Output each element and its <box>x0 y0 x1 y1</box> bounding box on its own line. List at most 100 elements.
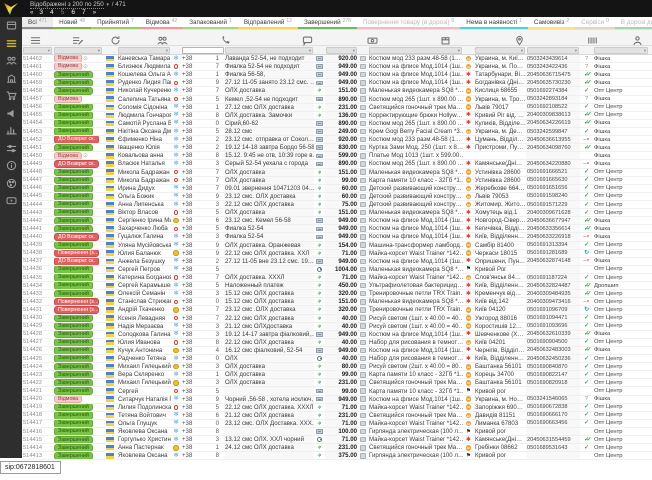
tab-Самовивіз[interactable]: Самовивіз 2 <box>528 17 575 29</box>
client-phone[interactable]: +38 <box>181 233 202 240</box>
client-phone[interactable]: +38 <box>181 71 202 78</box>
product-name[interactable]: Маленькая видеокамера SQ8 *… <box>368 298 463 305</box>
client-phone[interactable]: +38 <box>181 136 202 143</box>
table-row[interactable]: 514424 Завершений ⊙ Михаил Гилецький ❄ +… <box>22 363 652 371</box>
tracking-number[interactable]: 0501691187224 <box>526 274 580 281</box>
tracking-number[interactable]: 0503243439614 <box>526 55 580 62</box>
tracking-number[interactable]: 0501692108522 <box>526 104 580 111</box>
client-name[interactable]: Андрій Ткаченко <box>117 306 171 313</box>
client-phone[interactable]: +38 <box>181 339 202 346</box>
table-row[interactable]: 514429 Завершений ⊙ Надія Мерзаєва ❄ +38… <box>22 323 652 331</box>
tracking-number[interactable]: 0501691598240 <box>526 193 580 200</box>
tracking-number[interactable]: 20450632874148 <box>526 258 580 265</box>
tab-В дорозі додому[interactable]: В дорозі додому 0 <box>615 17 652 29</box>
product-name[interactable]: Рисуй светом (1шт. х 40.00 = 40… <box>368 315 463 322</box>
client-name[interactable]: Михаил Гилецький <box>117 363 171 370</box>
client-phone[interactable]: +38 <box>181 379 202 386</box>
client-name[interactable]: Іващенко Юлія <box>117 144 171 151</box>
tracking-number[interactable]: 0501691665630 <box>526 177 580 184</box>
product-name[interactable]: Маленькая видеокамера SQ8 *… <box>368 87 463 94</box>
last-page-button[interactable]: » <box>93 10 95 16</box>
client-phone[interactable]: +38 <box>181 452 202 459</box>
table-row[interactable]: 514460 Завершений ⊙ Кошелева Ольга Ар.. … <box>22 71 652 79</box>
table-row[interactable]: 514447 Завершений ⊙ Микола Бадражан ❄ +3… <box>22 177 652 185</box>
client-phone[interactable]: +38 <box>181 225 202 232</box>
client-name[interactable]: Кучук Антонина <box>117 347 171 354</box>
client-name[interactable]: Салепина Татьяна С.. <box>117 96 171 103</box>
tracking-number[interactable]: 20400309484935 <box>526 290 580 297</box>
client-name[interactable]: Солодкова Галина В.. <box>117 331 171 338</box>
product-name[interactable]: Майка-корсет Waist Trainer *142… <box>368 420 463 427</box>
table-row[interactable]: 514462 Відмова ⊙ Каневська Тамара .. ❄ +… <box>22 55 652 63</box>
client-phone[interactable]: +38 <box>181 144 202 151</box>
product-name[interactable]: Костюм мод 233 разм.48-58 (1… <box>368 55 463 62</box>
product-name[interactable]: Костюм на флисе Мод.1014 (1ш… <box>368 331 463 338</box>
client-name[interactable]: Сергей Петров <box>117 266 171 273</box>
product-name[interactable]: Карта памяти 10 класс - 32Гб *1… <box>368 387 463 394</box>
client-name[interactable]: Горгулько Христина.. <box>117 436 171 443</box>
table-row[interactable]: 514420 Відмова ⊙ Ситарчук Наталія Гр.. ❄… <box>22 396 652 404</box>
client-phone[interactable]: +38 <box>181 193 202 200</box>
product-name[interactable]: Костюм мод 233 разм.48-58 (1… <box>368 136 463 143</box>
client-name[interactable]: Юлия Баланюк <box>117 250 171 257</box>
product-name[interactable]: Костюм на флисе Мод.1014 (1ш… <box>368 63 463 70</box>
client-name[interactable]: Надія Мерзаєва <box>117 323 171 330</box>
product-name[interactable]: Рисуй светом (1шт. х 40.00 = 40… <box>368 323 463 330</box>
client-name[interactable]: Радченко Тетяна <box>117 355 171 362</box>
product-name[interactable]: Костюм на флисе Мод.1014 (1ш… <box>368 217 463 224</box>
phone-filter-input[interactable] <box>182 47 224 54</box>
sidebar-item-orders[interactable] <box>0 35 22 53</box>
tracking-number[interactable]: 0501690904500 <box>526 339 580 346</box>
tracking-number[interactable]: 20450636613955 <box>526 136 580 143</box>
page-button[interactable]: 6 <box>71 9 75 16</box>
client-phone[interactable]: +38 <box>181 444 202 451</box>
product-name[interactable]: Детский развивающий констру… <box>368 185 463 192</box>
column-filter-dropdown[interactable] <box>475 47 525 54</box>
client-phone[interactable]: +38 <box>181 436 202 443</box>
records-range[interactable]: Відображені з 200 по 250 ▼ / 471 <box>30 1 126 8</box>
table-row[interactable]: 514437 ДО Возврат ск. ⊙ Анжела Безушку ❄… <box>22 258 652 266</box>
table-row[interactable]: 514418 Завершений ⊙ Тетяна Войтович ❄ +3… <box>22 412 652 420</box>
table-row[interactable]: 514421 Завершений ⊙ Сергей ❄ +38 5 » 99.… <box>22 387 652 395</box>
client-name[interactable]: Микола Бадражан <box>117 169 171 176</box>
client-name[interactable]: Каневська Тамара .. <box>117 55 171 62</box>
client-name[interactable]: Ольга Глущук <box>117 420 171 427</box>
tracking-number[interactable]: 0503243422436 <box>526 63 580 70</box>
table-row[interactable]: 514417 Завершений ⊙ Ольга Глущук ❄ +38 0… <box>22 420 652 428</box>
table-row[interactable]: 514446 Завершений ⊙ Ирина Дидух ❄ +38 7 … <box>22 185 652 193</box>
product-name[interactable]: Костюм на флисе Мод.1014 (1ш… <box>368 225 463 232</box>
tracking-number[interactable]: 20450632824487 <box>526 282 580 289</box>
table-row[interactable]: 514435 Завершений ⊙ Катерина Богданова ❄… <box>22 274 652 282</box>
product-name[interactable]: Костюм на флисе Мод.1014 (1ш… <box>368 71 463 78</box>
table-row[interactable]: 514451 Завершений ⊙ Іващенко Юлія ❄ +38 … <box>22 144 652 152</box>
product-name[interactable]: Набор для рисования в темнот… <box>368 355 463 362</box>
client-phone[interactable]: +38 <box>181 387 202 394</box>
tracking-number[interactable]: 0503242599847 <box>526 128 580 135</box>
table-row[interactable]: 514453 Завершений ⊙ Нікітіна Оксана Дми.… <box>22 128 652 136</box>
table-row[interactable]: 514455 Завершений ⊙ Людмила Гончарова ❄ … <box>22 112 652 120</box>
client-phone[interactable]: +38 <box>181 298 202 305</box>
client-name[interactable]: Ситарчук Наталія Гр.. <box>117 396 171 403</box>
client-phone[interactable]: +38 <box>181 120 202 127</box>
tracking-number[interactable]: 0503241546065 <box>526 396 580 403</box>
client-phone[interactable]: +38 <box>181 242 202 249</box>
client-name[interactable]: Яковлева Оксана <box>117 452 171 459</box>
client-name[interactable]: Сергей <box>117 387 171 394</box>
client-phone[interactable]: +38 <box>181 323 202 330</box>
client-phone[interactable]: +38 <box>181 347 202 354</box>
table-row[interactable]: 514422 Завершений ⊙ Михаил Гилецький ❄ +… <box>22 379 652 387</box>
product-name[interactable]: Светящийся гоночный трек Ма… <box>368 412 463 419</box>
table-row[interactable]: 514461 Відмова ⊙ Близнюк Людмила .. ❄ +3… <box>22 63 652 71</box>
tracking-number[interactable]: 0501691651656 <box>526 185 580 192</box>
product-name[interactable]: Карта памяти 10 класс - 32Гб *1… <box>368 371 463 378</box>
client-name[interactable]: Лилия Подолинская <box>117 404 171 411</box>
client-phone[interactable]: +38 <box>181 79 202 86</box>
product-name[interactable]: Майка-корсет Waist Trainer *142… <box>368 404 463 411</box>
product-name[interactable]: Детский развивающий констру… <box>368 193 463 200</box>
table-row[interactable]: 514432 Повернення (з… ⊙ Станіслав Стрижа… <box>22 298 652 306</box>
product-name[interactable]: Костюм мод 265 (1шт. х 890.00 … <box>368 160 463 167</box>
client-phone[interactable]: +38 <box>181 404 202 411</box>
sidebar-item-settings[interactable] <box>0 140 22 158</box>
table-row[interactable]: 514414 Завершений ⊙ Анна Пастернак ❄ +38… <box>22 444 652 452</box>
tracking-number[interactable]: 20450631554459 <box>526 436 580 443</box>
